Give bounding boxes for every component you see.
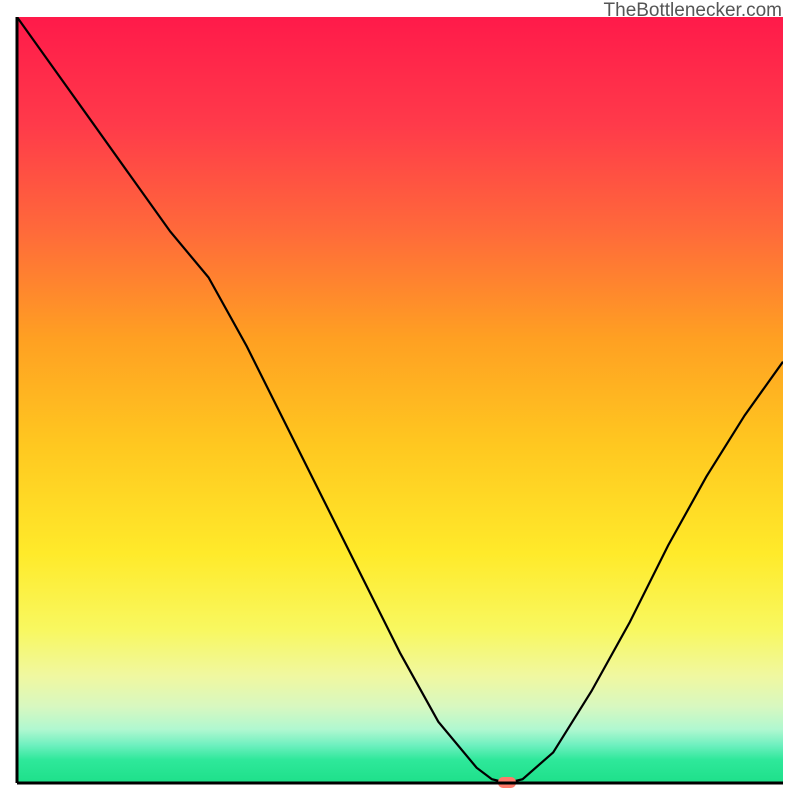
axes <box>0 0 800 800</box>
chart-container: TheBottlenecker.com <box>0 0 800 800</box>
watermark-text: TheBottlenecker.com <box>604 0 782 22</box>
